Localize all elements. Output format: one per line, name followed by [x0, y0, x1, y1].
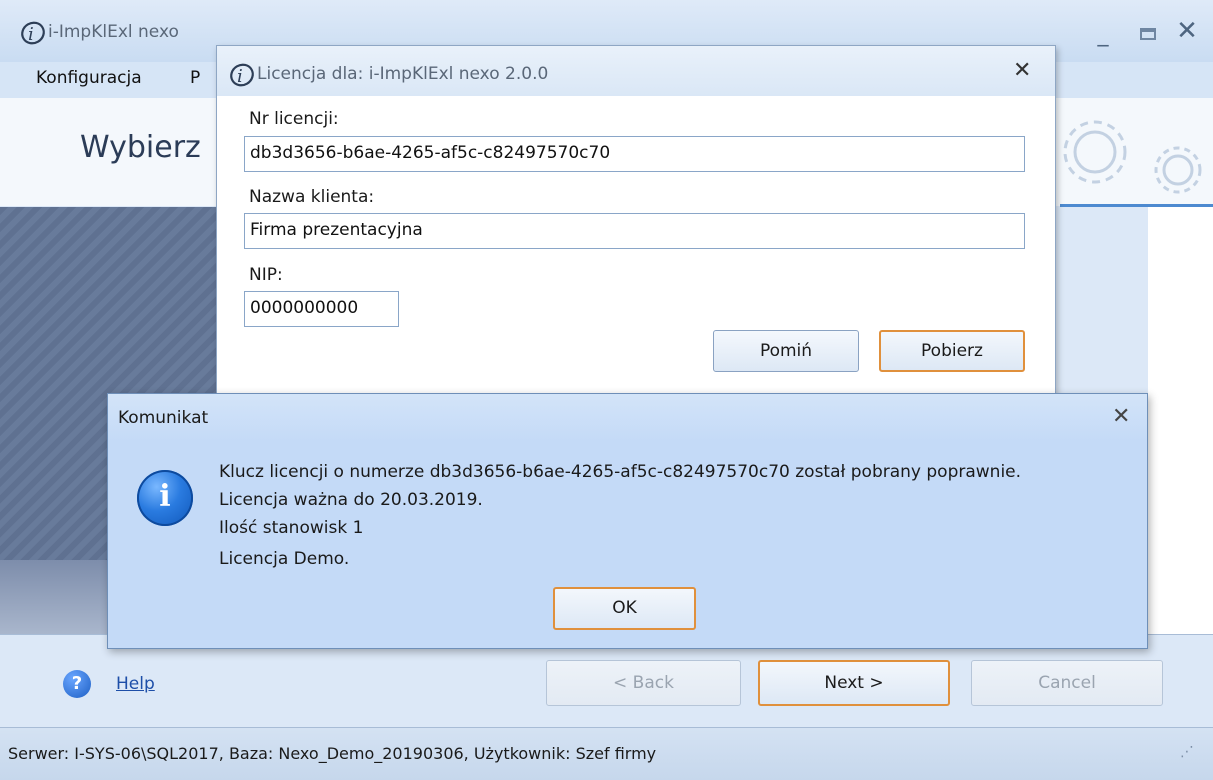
- maximize-button[interactable]: [1140, 28, 1156, 40]
- page-title: Wybierz: [80, 130, 201, 165]
- next-button[interactable]: Next >: [758, 660, 950, 706]
- message-box-title: Komunikat: [118, 408, 209, 428]
- message-line: Licencja Demo.: [219, 549, 350, 569]
- cancel-button[interactable]: Cancel: [971, 660, 1163, 706]
- minimize-button[interactable]: _: [1088, 24, 1118, 46]
- message-line: Licencja ważna do 20.03.2019.: [219, 490, 483, 510]
- nip-field[interactable]: 0000000000: [244, 291, 399, 327]
- skip-button[interactable]: Pomiń: [713, 330, 859, 372]
- svg-text:i: i: [28, 24, 34, 45]
- app-logo-icon: i: [230, 63, 254, 87]
- help-link[interactable]: Help: [116, 674, 155, 694]
- info-icon: i: [137, 470, 193, 526]
- license-number-label: Nr licencji:: [249, 109, 339, 129]
- svg-text:i: i: [237, 66, 243, 87]
- message-box-close-icon[interactable]: ✕: [1112, 404, 1130, 429]
- menu-konfiguracja[interactable]: Konfiguracja: [36, 68, 142, 88]
- message-box-titlebar: Komunikat ✕: [108, 394, 1147, 442]
- main-window-title: i-ImpKlExl nexo: [48, 22, 179, 42]
- help-icon[interactable]: ?: [63, 670, 91, 698]
- status-bar: Serwer: I-SYS-06\SQL2017, Baza: Nexo_Dem…: [0, 727, 1213, 780]
- nip-label: NIP:: [249, 265, 283, 285]
- license-dialog-title: Licencja dla: i-ImpKlExl nexo 2.0.0: [257, 64, 549, 84]
- message-line: Ilość stanowisk 1: [219, 518, 364, 538]
- client-name-label: Nazwa klienta:: [249, 187, 375, 207]
- menu-item-partial[interactable]: P: [190, 68, 200, 88]
- fetch-button[interactable]: Pobierz: [879, 330, 1025, 372]
- gears-icon: [1063, 120, 1202, 194]
- client-name-field[interactable]: Firma prezentacyjna: [244, 213, 1025, 249]
- license-dialog-titlebar: i Licencja dla: i-ImpKlExl nexo 2.0.0 ✕: [217, 46, 1055, 96]
- content-panel: [1148, 207, 1213, 634]
- close-icon[interactable]: ✕: [1172, 18, 1202, 44]
- license-number-field[interactable]: db3d3656-b6ae-4265-af5c-c82497570c70: [244, 136, 1025, 172]
- resize-grip-icon[interactable]: ⋰: [1180, 744, 1194, 760]
- status-text: Serwer: I-SYS-06\SQL2017, Baza: Nexo_Dem…: [8, 744, 657, 763]
- back-button[interactable]: < Back: [546, 660, 741, 706]
- license-dialog-close-icon[interactable]: ✕: [1013, 58, 1031, 83]
- app-logo-icon: i: [21, 21, 45, 45]
- license-dialog: i Licencja dla: i-ImpKlExl nexo 2.0.0 ✕ …: [216, 45, 1056, 395]
- ok-button[interactable]: OK: [553, 587, 696, 630]
- message-line: Klucz licencji o numerze db3d3656-b6ae-4…: [219, 462, 1022, 482]
